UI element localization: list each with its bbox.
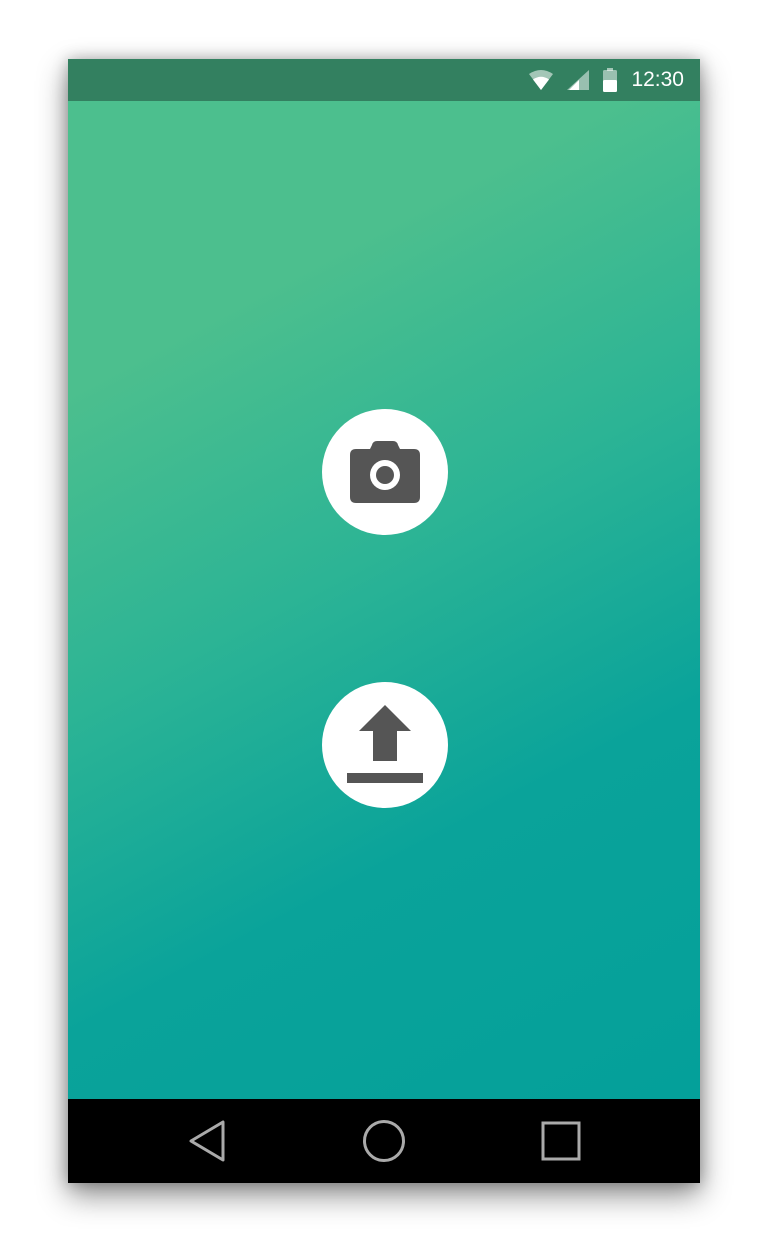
status-icons: 12:30 bbox=[529, 59, 684, 101]
cell-signal-icon bbox=[567, 70, 590, 90]
navigation-bar bbox=[68, 1099, 700, 1183]
camera-button[interactable] bbox=[322, 409, 448, 535]
upload-icon bbox=[347, 705, 423, 783]
battery-icon bbox=[603, 68, 618, 92]
status-time: 12:30 bbox=[631, 68, 684, 91]
back-triangle-icon bbox=[189, 1120, 225, 1162]
recents-square-icon bbox=[541, 1121, 581, 1161]
phone-screen: 12:30 bbox=[68, 59, 700, 1183]
camera-icon bbox=[350, 441, 420, 503]
recents-button[interactable] bbox=[537, 1117, 585, 1165]
home-circle-icon bbox=[363, 1120, 405, 1162]
back-button[interactable] bbox=[183, 1117, 231, 1165]
wifi-icon bbox=[529, 70, 554, 90]
status-bar: 12:30 bbox=[68, 59, 700, 101]
home-button[interactable] bbox=[360, 1117, 408, 1165]
main-content bbox=[68, 101, 700, 1099]
upload-button[interactable] bbox=[322, 682, 448, 808]
